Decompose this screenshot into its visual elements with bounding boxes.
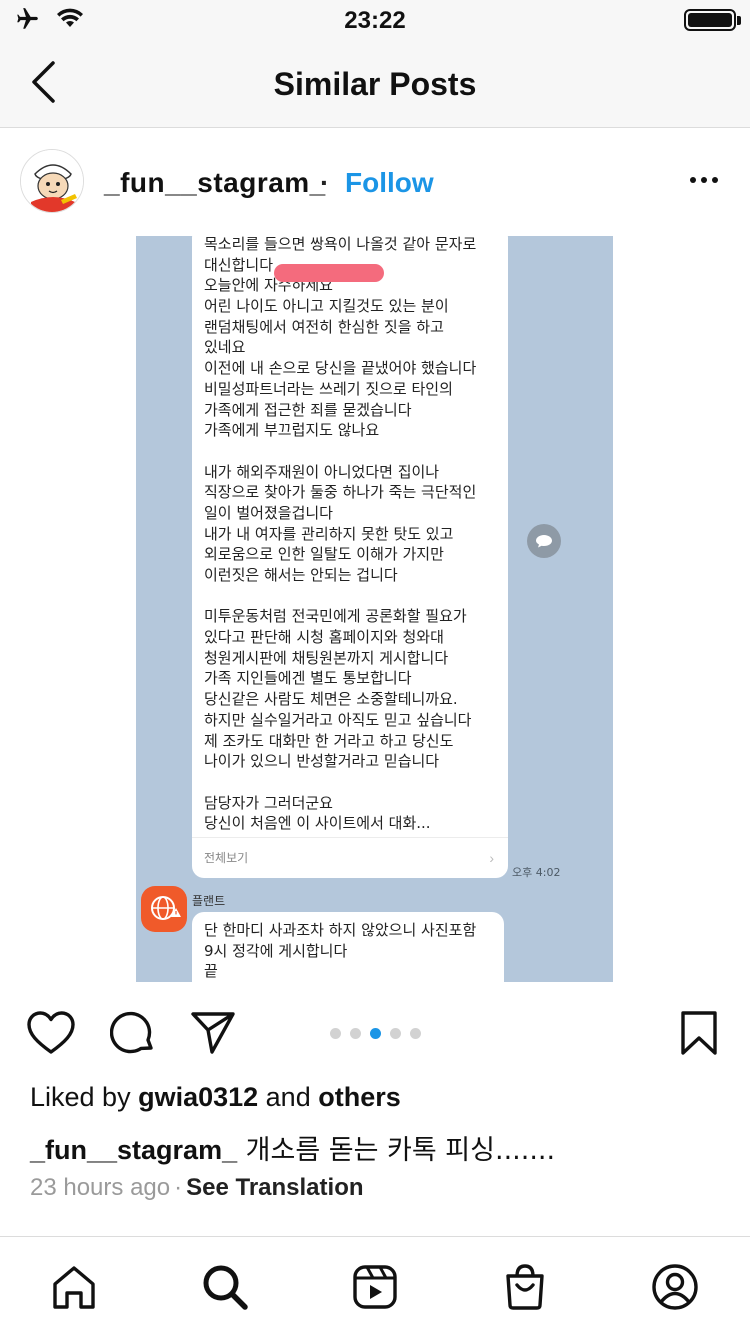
sender-avatar xyxy=(141,886,187,932)
reply-line: 단 한마디 사과조차 하지 않았으니 사진포함 xyxy=(204,921,477,939)
post-time: 23 hours ago xyxy=(30,1174,171,1201)
liked-by-user[interactable]: gwia0312 xyxy=(138,1082,258,1112)
chevron-right-icon: › xyxy=(489,850,494,866)
more-options-button[interactable] xyxy=(684,165,724,195)
meta-separator: · xyxy=(174,1174,183,1201)
tab-home[interactable] xyxy=(48,1261,100,1313)
battery-icon xyxy=(684,9,736,31)
message-line: 이런짓은 해서는 안되는 겁니다 xyxy=(204,566,398,584)
comment-icon xyxy=(110,1011,153,1054)
status-time: 23:22 xyxy=(344,7,406,34)
message-line: 가족에게 부끄럽지도 않나요 xyxy=(204,421,380,440)
reply-line: 끝 xyxy=(204,962,218,981)
carousel-dot xyxy=(330,1028,341,1039)
tab-search[interactable] xyxy=(199,1261,251,1313)
carousel-dot xyxy=(410,1028,421,1039)
like-button[interactable] xyxy=(26,1008,76,1058)
message-line: 어린 나이도 아니고 지킬것도 있는 분이 xyxy=(204,297,449,316)
save-button[interactable] xyxy=(674,1008,724,1058)
status-bar: 23:22 xyxy=(0,0,750,40)
message-line: 당신같은 사람도 체면은 소중할테니까요. xyxy=(204,690,458,709)
message-text: 목소리를 들으면 쌍욕이 나올것 같아 문자로 대신합니다 오늘안에 자수하세요 어린… xyxy=(204,236,496,834)
profile-icon xyxy=(652,1264,698,1310)
reply-bubble: 단 한마디 사과조차 하지 않았으니 사진포함 9시 정각에 게시합니다끝 xyxy=(192,912,504,982)
message-line: 내가 해외주재원이 아니었다면 집이나 xyxy=(204,462,440,481)
message-line: 청원게시판에 채팅원본까지 게시합니다 xyxy=(204,648,449,667)
nav-bar: Similar Posts xyxy=(0,40,750,128)
tab-shop[interactable] xyxy=(499,1261,551,1313)
avatar[interactable] xyxy=(20,149,84,213)
message-line: 있다고 판단해 시청 홈페이지와 청와대 xyxy=(204,628,444,647)
carousel-indicator xyxy=(330,1028,421,1039)
chat-screenshot: 목소리를 들으면 쌍욕이 나올것 같아 문자로 대신합니다 오늘안에 자수하세요 어린… xyxy=(136,236,613,982)
reels-icon xyxy=(353,1265,397,1309)
page-title: Similar Posts xyxy=(273,66,477,102)
see-translation-link[interactable]: See Translation xyxy=(186,1174,363,1201)
message-line: 가족에게 접근한 죄를 묻겠습니다 xyxy=(204,400,412,419)
message-line xyxy=(204,772,496,793)
sender-name: 플랜트 xyxy=(192,894,226,908)
message-line: 비밀성파트너라는 쓰레기 짓으로 타인의 xyxy=(204,379,453,398)
carousel-dot xyxy=(390,1028,401,1039)
send-icon xyxy=(191,1012,235,1054)
likes-others[interactable]: others xyxy=(318,1082,401,1112)
home-icon xyxy=(53,1266,95,1309)
message-line: 외로움으로 인한 일탈도 이해가 가지만 xyxy=(204,545,444,564)
post-caption: _fun__stagram_ 개소름 돋는 카톡 피싱....... xyxy=(30,1128,555,1167)
view-all-link: 전체보기 xyxy=(204,851,249,865)
chat-share-icon xyxy=(527,524,561,558)
caption-text: 개소름 돋는 카톡 피싱....... xyxy=(237,1135,556,1166)
bubble-divider xyxy=(192,837,508,838)
reply-line: 9시 정각에 게시합니다 xyxy=(204,941,348,960)
message-line xyxy=(204,586,496,607)
message-line: 내가 내 여자를 관리하지 못한 탓도 있고 xyxy=(204,524,454,543)
search-icon xyxy=(203,1265,248,1310)
post-image[interactable]: 목소리를 들으면 쌍욕이 나올것 같아 문자로 대신합니다 오늘안에 자수하세요 어린… xyxy=(0,236,750,988)
message-line: 직장으로 찾아가 둘중 하나가 죽는 극단적인 xyxy=(204,483,477,502)
likes-prefix: Liked by xyxy=(30,1082,139,1112)
follow-button[interactable]: Follow xyxy=(345,167,434,199)
header-separator: · xyxy=(320,167,330,198)
message-line: 있네요 xyxy=(204,338,246,357)
message-line: 이전에 내 손으로 당신을 끝냈어야 했습니다 xyxy=(204,359,477,378)
post-actions xyxy=(0,1000,750,1070)
reply-text: 단 한마디 사과조차 하지 않았으니 사진포함 9시 정각에 게시합니다끝 xyxy=(204,920,492,982)
message-line: 하지만 실수일거라고 아직도 믿고 싶습니다 xyxy=(204,710,472,729)
heart-icon xyxy=(27,1011,75,1054)
ellipsis-dot xyxy=(712,177,718,183)
share-button[interactable] xyxy=(188,1008,238,1058)
message-line: 담당자가 그러더군요 xyxy=(204,793,333,812)
ellipsis-icon xyxy=(690,177,696,183)
message-line: 당신이 처음엔 이 사이트에서 대화... xyxy=(204,814,431,833)
message-line: 나이가 있으니 반성할거라고 믿습니다 xyxy=(204,752,440,771)
carousel-dot xyxy=(370,1028,381,1039)
shop-icon xyxy=(506,1264,544,1310)
tab-bar xyxy=(0,1236,750,1334)
message-line: 랜덤채팅에서 여전히 한심한 짓을 하고 xyxy=(204,317,444,336)
carousel-dot xyxy=(350,1028,361,1039)
message-line: 일이 벌어졌을겁니다 xyxy=(204,503,333,522)
message-line: 미투운동처럼 전국민에게 공론화할 필요가 xyxy=(204,607,467,626)
post-username[interactable]: _fun__stagram_ xyxy=(104,167,326,199)
likes-middle: and xyxy=(258,1082,319,1112)
message-line xyxy=(204,441,496,462)
message-time: 오후 4:02 xyxy=(512,866,561,879)
comment-button[interactable] xyxy=(108,1008,158,1058)
redaction-mark xyxy=(274,264,384,282)
battery-tip xyxy=(737,16,741,25)
message-bubble: 목소리를 들으면 쌍욕이 나올것 같아 문자로 대신합니다 오늘안에 자수하세요 어린… xyxy=(192,236,508,878)
post-meta: 23 hours ago · See Translation xyxy=(30,1174,364,1202)
message-line: 제 조카도 대화만 한 거라고 하고 당신도 xyxy=(204,731,454,750)
message-line: 목소리를 들으면 쌍욕이 나올것 같아 문자로 xyxy=(204,236,477,253)
post-header: _fun__stagram_ · Follow xyxy=(0,129,750,235)
message-line: 가족 지인들에겐 별도 통보합니다 xyxy=(204,669,412,688)
caption-username[interactable]: _fun__stagram_ xyxy=(30,1135,237,1165)
tab-reels[interactable] xyxy=(349,1261,401,1313)
likes-summary: Liked by gwia0312 and others xyxy=(30,1082,401,1113)
ellipsis-dot xyxy=(701,177,707,183)
tab-profile[interactable] xyxy=(649,1261,701,1313)
bookmark-icon xyxy=(681,1011,717,1055)
